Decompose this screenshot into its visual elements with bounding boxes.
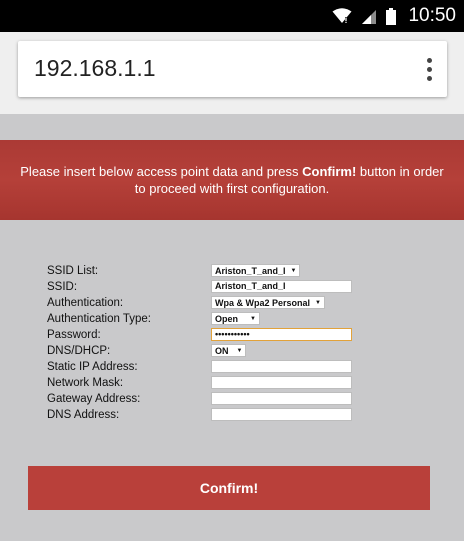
ssid-list-label: SSID List: — [47, 265, 99, 277]
authentication-type-label: Authentication Type: — [47, 313, 151, 325]
ssid-label: SSID: — [47, 281, 78, 293]
static-ip-input[interactable] — [211, 360, 352, 373]
ssid-list-select[interactable]: Ariston_T_and_I ▼ — [211, 264, 301, 277]
dropdown-arrow-icon: ▼ — [250, 315, 256, 322]
static-ip-row: Static IP Address: — [47, 359, 367, 375]
dns-address-row: DNS Address: — [47, 407, 367, 423]
authentication-value: Wpa & Wpa2 Personal — [215, 297, 311, 308]
authentication-label: Authentication: — [47, 297, 124, 309]
wifi-icon — [332, 8, 352, 24]
dropdown-arrow-icon: ▼ — [315, 299, 321, 306]
dns-address-input[interactable] — [211, 408, 352, 421]
dropdown-arrow-icon: ▼ — [290, 267, 297, 274]
authentication-type-row: Authentication Type: Open ▼ — [47, 311, 367, 327]
dns-dhcp-value: ON — [215, 345, 229, 356]
status-icons: 10:50 — [332, 0, 456, 32]
status-time: 10:50 — [408, 5, 456, 26]
more-vert-icon[interactable] — [417, 51, 441, 87]
static-ip-label: Static IP Address: — [47, 361, 138, 373]
authentication-type-value: Open — [215, 313, 239, 324]
password-label: Password: — [47, 329, 101, 341]
network-mask-row: Network Mask: — [47, 375, 367, 391]
browser-toolbar: 192.168.1.1 — [0, 32, 464, 114]
url-text[interactable]: 192.168.1.1 — [34, 55, 156, 82]
dns-dhcp-select[interactable]: ON ▼ — [211, 344, 247, 357]
instruction-banner: Please insert below access point data an… — [0, 140, 464, 220]
confirm-button[interactable]: Confirm! — [28, 466, 430, 510]
config-form: SSID List: Ariston_T_and_I ▼ SSID: Arist… — [47, 263, 367, 423]
authentication-type-select[interactable]: Open ▼ — [211, 312, 260, 325]
ssid-list-row: SSID List: Ariston_T_and_I ▼ — [47, 263, 367, 279]
battery-icon — [386, 7, 397, 25]
page-content: Please insert below access point data an… — [0, 114, 464, 541]
dropdown-arrow-icon: ▼ — [236, 347, 243, 354]
banner-text: Please insert below access point data an… — [20, 164, 303, 179]
network-mask-label: Network Mask: — [47, 377, 124, 389]
address-bar[interactable]: 192.168.1.1 — [18, 41, 447, 97]
password-row: Password: ••••••••••• — [47, 327, 367, 343]
network-mask-input[interactable] — [211, 376, 352, 389]
password-input[interactable]: ••••••••••• — [211, 328, 352, 341]
ssid-input[interactable]: Ariston_T_and_I — [211, 280, 352, 293]
status-bar: 10:50 — [0, 0, 464, 32]
ssid-row: SSID: Ariston_T_and_I — [47, 279, 367, 295]
ssid-list-value: Ariston_T_and_I — [215, 265, 286, 276]
gateway-input[interactable] — [211, 392, 352, 405]
dns-address-label: DNS Address: — [47, 409, 120, 421]
banner-bold-text: Confirm! — [302, 164, 357, 179]
dns-dhcp-label: DNS/DHCP: — [47, 345, 111, 357]
dns-dhcp-row: DNS/DHCP: ON ▼ — [47, 343, 367, 359]
gateway-label: Gateway Address: — [47, 393, 141, 405]
authentication-select[interactable]: Wpa & Wpa2 Personal ▼ — [211, 296, 325, 309]
signal-icon — [362, 9, 377, 24]
authentication-row: Authentication: Wpa & Wpa2 Personal ▼ — [47, 295, 367, 311]
gateway-row: Gateway Address: — [47, 391, 367, 407]
